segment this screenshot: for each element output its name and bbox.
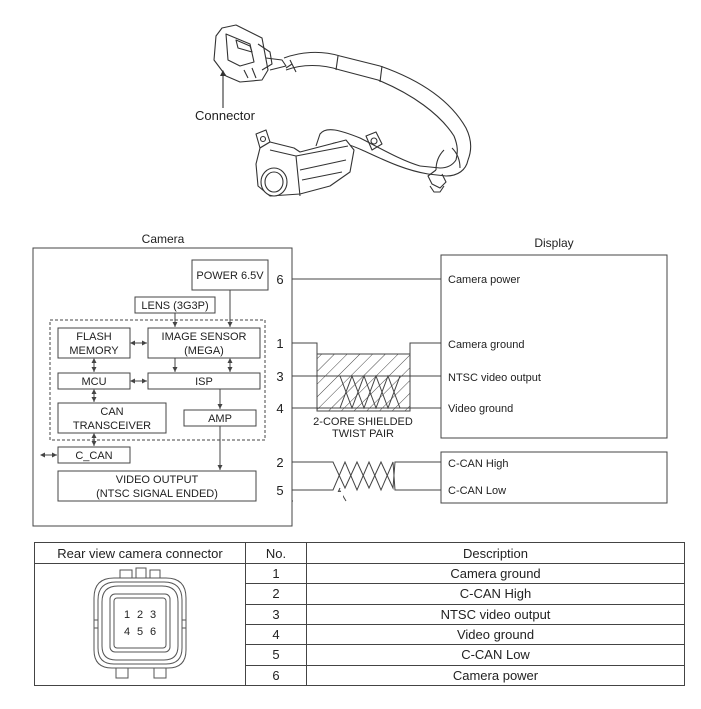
pin-description: NTSC video output (306, 603, 685, 625)
display-signal-camera-power: Camera power (448, 274, 520, 286)
can-transceiver-label-2: TRANSCEIVER (73, 420, 151, 432)
video-output-label-1: VIDEO OUTPUT (116, 474, 199, 486)
connector-pin-3: 3 (150, 609, 156, 621)
amp-label: AMP (208, 413, 232, 425)
pin-description: C-CAN High (306, 583, 685, 605)
display-signal-ntsc: NTSC video output (448, 372, 541, 384)
wire-pin-5 (292, 460, 441, 492)
connector-pin-4: 4 (124, 626, 130, 638)
video-output-label-2: (NTSC SIGNAL ENDED) (96, 488, 218, 500)
connector-pin-5: 5 (137, 626, 143, 638)
pin-description: Camera power (306, 664, 685, 687)
pin-description: C-CAN Low (306, 644, 685, 666)
c-can-label: C_CAN (75, 450, 112, 462)
pin-description-table: Rear view camera connector No. Descripti… (34, 542, 685, 687)
header-description: Description (306, 542, 685, 564)
pin-no: 6 (245, 664, 307, 687)
harness-connector-drawing (213, 24, 287, 83)
pin-no: 4 (245, 623, 307, 646)
display-signal-can-low: C-CAN Low (448, 485, 506, 497)
pin-label-4: 4 (276, 401, 283, 416)
pin-label-6: 6 (276, 272, 283, 287)
pin-label-2: 2 (276, 455, 283, 470)
pin-description: Camera ground (306, 562, 685, 585)
pin-no: 2 (245, 583, 307, 605)
connector-pin-6: 6 (150, 626, 156, 638)
display-signal-video-ground: Video ground (448, 403, 513, 415)
table-header-row: Rear view camera connector No. Descripti… (34, 542, 685, 564)
connector-face-cell: 1 2 3 4 5 6 (34, 563, 246, 686)
mcu-label: MCU (81, 376, 106, 388)
table-row: 1 2 3 4 5 6 1 Camera ground (34, 562, 685, 686)
wire-pin-1-left (292, 342, 318, 354)
display-signal-can-high: C-CAN High (448, 458, 509, 470)
wire-pin-1-right (409, 342, 441, 354)
pin-no: 5 (245, 644, 307, 666)
power-label: POWER 6.5V (196, 270, 264, 282)
image-sensor-label-1: IMAGE SENSOR (162, 331, 247, 343)
header-no: No. (245, 542, 307, 564)
shield-label-1: 2-CORE SHIELDED (313, 416, 413, 428)
pin-no: 3 (245, 603, 307, 625)
header-connector: Rear view camera connector (34, 542, 246, 564)
can-transceiver-label-1: CAN (100, 406, 123, 418)
pin-label-5: 5 (276, 483, 283, 498)
connector-callout-label: Connector (195, 108, 256, 123)
flash-label-2: MEMORY (69, 345, 119, 357)
flash-label-1: FLASH (76, 331, 112, 343)
cable-shield (316, 353, 411, 412)
pin-no: 1 (245, 562, 307, 585)
wiring-block-diagram: Camera POWER 6.5V LENS (3G3P) FLASH MEMO… (32, 232, 668, 527)
connector-face-drawing: 1 2 3 4 5 6 (93, 567, 187, 679)
connector-pin-1: 1 (124, 609, 130, 621)
lens-label: LENS (3G3P) (141, 300, 208, 312)
camera-title: Camera (142, 232, 185, 246)
connector-pin-2: 2 (137, 609, 143, 621)
isp-label: ISP (195, 376, 213, 388)
pin-description: Video ground (306, 623, 685, 646)
wire-pin-2 (292, 460, 441, 490)
display-signal-camera-ground: Camera ground (448, 339, 524, 351)
camera-harness-illustration: Connector (195, 24, 472, 197)
pin-label-3: 3 (276, 369, 283, 384)
shield-label-2: TWIST PAIR (332, 428, 394, 440)
display-title: Display (534, 236, 573, 250)
image-sensor-label-2: (MEGA) (184, 345, 224, 357)
pin-label-1: 1 (276, 336, 283, 351)
